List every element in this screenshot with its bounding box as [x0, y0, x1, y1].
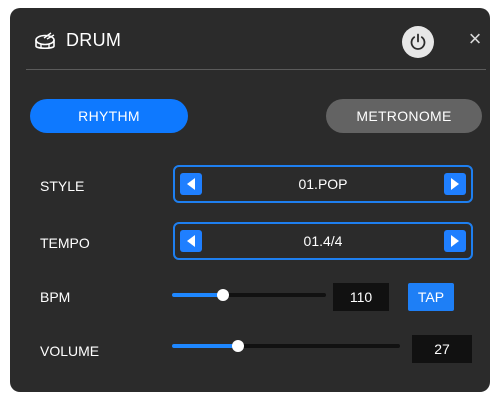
volume-slider-thumb[interactable]: [232, 340, 245, 352]
close-button[interactable]: ×: [464, 27, 486, 51]
panel-title: DRUM: [66, 30, 122, 50]
header-divider: [26, 69, 486, 70]
arrow-right-icon: [451, 235, 459, 247]
tempo-label: TEMPO: [40, 235, 90, 251]
volume-slider[interactable]: [172, 340, 400, 352]
metronome-button[interactable]: METRONOME: [326, 99, 482, 133]
bpm-slider-fill: [172, 293, 223, 297]
tap-button[interactable]: TAP: [408, 283, 454, 311]
arrow-right-icon: [451, 178, 459, 190]
style-label: STYLE: [40, 178, 85, 194]
drum-panel: DRUM × RHYTHM METRONOME STYLE 01.POP TEM…: [10, 8, 490, 392]
rhythm-button[interactable]: RHYTHM: [30, 99, 188, 133]
style-next-button[interactable]: [444, 173, 466, 195]
tempo-prev-button[interactable]: [180, 230, 202, 252]
power-button[interactable]: [402, 26, 434, 58]
arrow-left-icon: [187, 178, 195, 190]
panel-header: DRUM ×: [10, 8, 490, 70]
style-prev-button[interactable]: [180, 173, 202, 195]
bpm-value[interactable]: 110: [333, 283, 389, 311]
bpm-slider-thumb[interactable]: [216, 289, 229, 301]
bpm-slider[interactable]: [172, 289, 326, 301]
bpm-label: BPM: [40, 289, 71, 305]
drum-icon: [34, 32, 56, 52]
volume-slider-fill: [172, 344, 239, 348]
tempo-next-button[interactable]: [444, 230, 466, 252]
volume-value[interactable]: 27: [412, 335, 472, 363]
style-selector: 01.POP: [173, 165, 473, 203]
tempo-selector: 01.4/4: [173, 222, 473, 260]
style-value: 01.POP: [298, 176, 348, 192]
arrow-left-icon: [187, 235, 195, 247]
close-icon: ×: [468, 26, 482, 51]
power-icon: [410, 33, 426, 50]
tempo-value: 01.4/4: [303, 233, 343, 249]
volume-label: VOLUME: [40, 343, 100, 359]
